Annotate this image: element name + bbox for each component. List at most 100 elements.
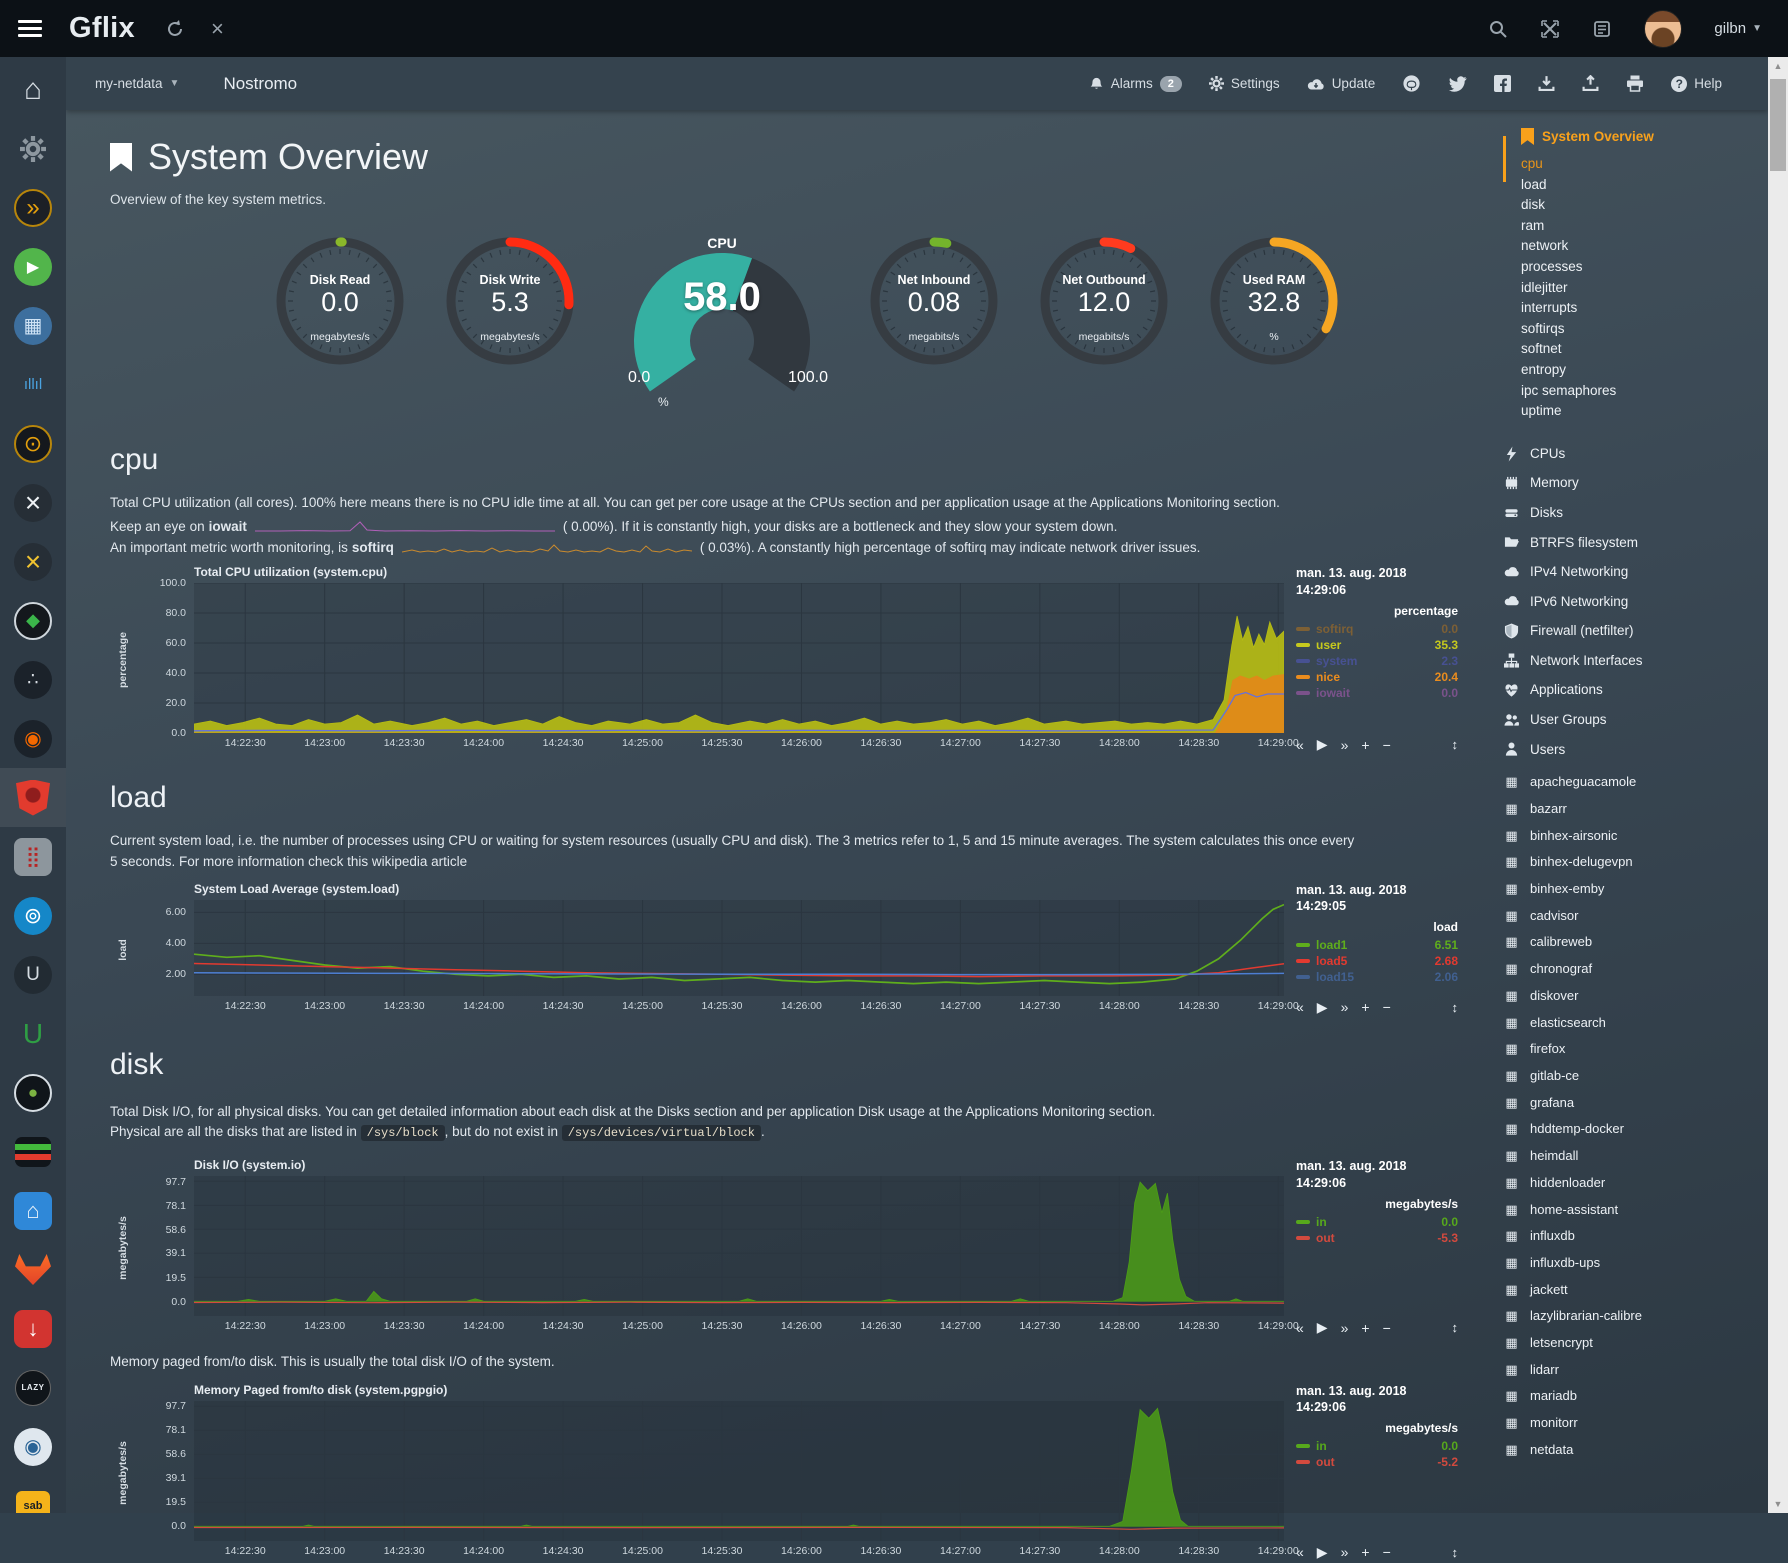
- deluge-icon[interactable]: ◉: [0, 1417, 66, 1476]
- traffic-bars-icon[interactable]: [0, 1122, 66, 1181]
- print-icon[interactable]: [1626, 75, 1644, 92]
- toc-app-elasticsearch[interactable]: ▦elasticsearch: [1503, 1010, 1763, 1037]
- skip-forward-button[interactable]: »: [1341, 1320, 1349, 1336]
- skip-forward-button[interactable]: »: [1341, 1544, 1349, 1560]
- close-tab-icon[interactable]: ×: [211, 16, 224, 42]
- refresh-icon[interactable]: [165, 19, 185, 39]
- lazylibrarian-icon[interactable]: LAZY: [0, 1358, 66, 1417]
- toc-app-letsencrypt[interactable]: ▦letsencrypt: [1503, 1330, 1763, 1357]
- toc-item-idlejitter[interactable]: idlejitter: [1521, 278, 1763, 299]
- disk-io-chart[interactable]: megabytes/s97.778.158.639.119.50.0Disk I…: [110, 1158, 1460, 1338]
- toc-app-influxdb[interactable]: ▦influxdb: [1503, 1223, 1763, 1250]
- toc-app-jackett[interactable]: ▦jackett: [1503, 1277, 1763, 1304]
- toc-app-cadvisor[interactable]: ▦cadvisor: [1503, 903, 1763, 930]
- toc-item-interrupts[interactable]: interrupts: [1521, 298, 1763, 319]
- toc-section-user-groups[interactable]: User Groups: [1503, 705, 1763, 735]
- zoom-in-button[interactable]: +: [1361, 1320, 1369, 1336]
- toc-app-hddtemp-docker[interactable]: ▦hddtemp-docker: [1503, 1116, 1763, 1143]
- memory-paged-chart[interactable]: megabytes/s97.778.158.639.119.50.0Memory…: [110, 1383, 1460, 1563]
- resilio-icon[interactable]: ⊚: [0, 886, 66, 945]
- help-button[interactable]: ? Help: [1671, 76, 1722, 92]
- toc-app-binhex-delugevpn[interactable]: ▦binhex-delugevpn: [1503, 849, 1763, 876]
- settings-gear-icon[interactable]: [0, 119, 66, 178]
- resize-handle-icon[interactable]: ↕: [1452, 1320, 1459, 1335]
- legend-row-out[interactable]: out-5.3: [1296, 1230, 1460, 1246]
- zoom-out-button[interactable]: −: [1383, 1544, 1391, 1560]
- heimdall-icon[interactable]: ⌂: [0, 1181, 66, 1240]
- toc-item-processes[interactable]: processes: [1521, 257, 1763, 278]
- legend-row-load15[interactable]: load152.06: [1296, 969, 1460, 985]
- fullscreen-icon[interactable]: [1540, 19, 1560, 39]
- toc-app-influxdb-ups[interactable]: ▦influxdb-ups: [1503, 1250, 1763, 1277]
- airsonic-eq-icon[interactable]: ıllıl: [0, 355, 66, 414]
- drone-yellow-icon[interactable]: ×: [0, 532, 66, 591]
- ring-gauge-disk-write[interactable]: Disk Write5.3megabytes/s: [432, 235, 588, 410]
- toc-header[interactable]: System Overview: [1503, 128, 1763, 145]
- resize-handle-icon[interactable]: ↕: [1452, 1000, 1459, 1015]
- ring-gauge-net-inbound[interactable]: Net Inbound0.08megabits/s: [856, 235, 1012, 410]
- news-icon[interactable]: [1592, 19, 1612, 39]
- github-icon[interactable]: [1402, 74, 1421, 93]
- toc-item-cpu[interactable]: cpu: [1521, 154, 1763, 175]
- resize-handle-icon[interactable]: ↕: [1452, 1545, 1459, 1560]
- download-app-icon[interactable]: ↓: [0, 1299, 66, 1358]
- zoom-in-button[interactable]: +: [1361, 1544, 1369, 1560]
- toc-item-entropy[interactable]: entropy: [1521, 360, 1763, 381]
- softirq-sparkline[interactable]: [402, 539, 692, 555]
- toc-app-bazarr[interactable]: ▦bazarr: [1503, 796, 1763, 823]
- sabnzbd-icon[interactable]: sab: [0, 1476, 66, 1513]
- twitter-icon[interactable]: [1448, 76, 1467, 92]
- play-button[interactable]: ▶: [1317, 1544, 1328, 1561]
- cluster-icon[interactable]: ⣿: [0, 827, 66, 886]
- toc-app-lidarr[interactable]: ▦lidarr: [1503, 1357, 1763, 1384]
- legend-row-in[interactable]: in0.0: [1296, 1438, 1460, 1454]
- toc-app-netdata[interactable]: ▦netdata: [1503, 1437, 1763, 1464]
- toc-section-ipv6-networking[interactable]: IPv6 Networking: [1503, 587, 1763, 617]
- user-avatar[interactable]: [1644, 10, 1682, 48]
- settings-button[interactable]: Settings: [1209, 76, 1280, 91]
- toc-app-binhex-emby[interactable]: ▦binhex-emby: [1503, 876, 1763, 903]
- skip-forward-button[interactable]: »: [1341, 737, 1349, 753]
- legend-row-load1[interactable]: load16.51: [1296, 937, 1460, 953]
- toc-section-users[interactable]: Users: [1503, 735, 1763, 765]
- cpu-chart[interactable]: percentage100.080.060.040.020.00.0Total …: [110, 565, 1460, 755]
- cpu-gauge[interactable]: CPU58.00.0100.0%: [602, 235, 842, 425]
- ring-gauge-used-ram[interactable]: Used RAM32.8%: [1196, 235, 1352, 410]
- load-chart[interactable]: load6.004.002.00System Load Average (sys…: [110, 882, 1460, 1018]
- toc-item-load[interactable]: load: [1521, 175, 1763, 196]
- toc-item-softnet[interactable]: softnet: [1521, 339, 1763, 360]
- toc-section-network-interfaces[interactable]: Network Interfaces: [1503, 646, 1763, 676]
- ring-gauge-net-outbound[interactable]: Net Outbound12.0megabits/s: [1026, 235, 1182, 410]
- toc-app-binhex-airsonic[interactable]: ▦binhex-airsonic: [1503, 823, 1763, 850]
- toc-item-disk[interactable]: disk: [1521, 195, 1763, 216]
- toc-item-uptime[interactable]: uptime: [1521, 401, 1763, 422]
- resize-handle-icon[interactable]: ↕: [1452, 737, 1459, 752]
- emby-icon[interactable]: ▶: [0, 237, 66, 296]
- legend-row-nice[interactable]: nice20.4: [1296, 669, 1460, 685]
- toc-app-mariadb[interactable]: ▦mariadb: [1503, 1383, 1763, 1410]
- iowait-sparkline[interactable]: [255, 518, 555, 534]
- scroll-up-arrow-icon[interactable]: ▲: [1768, 61, 1788, 71]
- toc-section-applications[interactable]: Applications: [1503, 675, 1763, 705]
- toc-app-diskover[interactable]: ▦diskover: [1503, 983, 1763, 1010]
- legend-row-in[interactable]: in0.0: [1296, 1214, 1460, 1230]
- chart-canvas[interactable]: [194, 583, 1284, 733]
- toc-app-heimdall[interactable]: ▦heimdall: [1503, 1143, 1763, 1170]
- grafana-flame-icon[interactable]: ◉: [0, 709, 66, 768]
- page-scrollbar[interactable]: ▲ ▼: [1768, 57, 1788, 1513]
- zoom-out-button[interactable]: −: [1383, 737, 1391, 753]
- user-menu[interactable]: gilbn▼: [1714, 20, 1762, 37]
- server-dropdown[interactable]: my-netdata ▼: [95, 76, 179, 91]
- legend-row-user[interactable]: user35.3: [1296, 637, 1460, 653]
- update-button[interactable]: Update: [1307, 76, 1376, 91]
- toc-app-lazylibrarian-calibre[interactable]: ▦lazylibrarian-calibre: [1503, 1303, 1763, 1330]
- gitlab-fox-icon[interactable]: [0, 1240, 66, 1299]
- download-icon[interactable]: [1538, 75, 1555, 92]
- play-button[interactable]: ▶: [1317, 999, 1328, 1016]
- green-u-icon[interactable]: U: [0, 1004, 66, 1063]
- toc-section-firewall-netfilter-[interactable]: Firewall (netfilter): [1503, 616, 1763, 646]
- zoom-in-button[interactable]: +: [1361, 737, 1369, 753]
- legend-row-load5[interactable]: load52.68: [1296, 953, 1460, 969]
- alarms-button[interactable]: Alarms 2: [1089, 76, 1182, 92]
- legend-row-iowait[interactable]: iowait0.0: [1296, 685, 1460, 701]
